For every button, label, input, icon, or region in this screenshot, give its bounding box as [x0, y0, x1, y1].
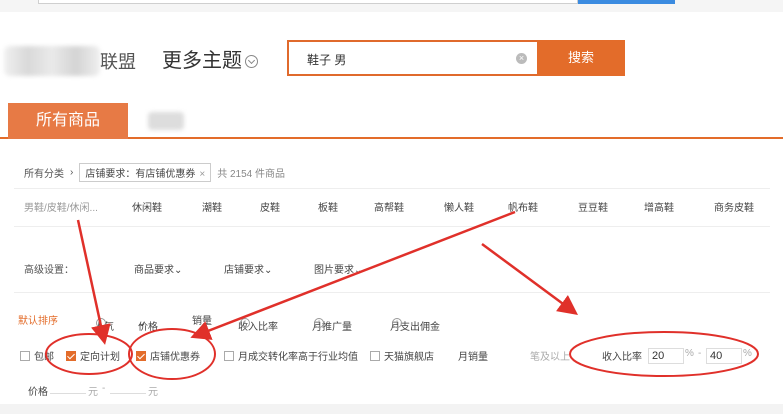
- checkbox-checked[interactable]: [136, 350, 146, 361]
- divider: [14, 188, 770, 189]
- income-ratio-min-input[interactable]: 20: [648, 348, 684, 364]
- search-input[interactable]: 鞋子 男 ×: [287, 40, 537, 76]
- ratio-max-value: 40: [706, 348, 742, 364]
- dropdown-label: 商品要求: [134, 265, 174, 276]
- price-min-input[interactable]: [50, 393, 86, 394]
- breadcrumb: 所有分类 › 店铺要求：有店铺优惠券 × 共 2154 件商品: [24, 163, 285, 182]
- category-item[interactable]: 板鞋: [318, 199, 338, 214]
- product-tabs: 所有商品: [0, 103, 783, 139]
- price-dash: -: [102, 383, 106, 394]
- category-item[interactable]: 男鞋/皮鞋/休闲...: [24, 199, 98, 214]
- dropdown-product-requirements[interactable]: 商品要求⌄: [134, 261, 182, 276]
- price-max-input[interactable]: [110, 393, 146, 394]
- percent-sign: %: [685, 348, 694, 359]
- dropdown-image-requirements[interactable]: 图片要求⌄: [314, 261, 362, 276]
- sort-default[interactable]: 默认排序: [18, 312, 58, 327]
- chevron-down-icon: [245, 55, 258, 68]
- search-query: 鞋子 男: [307, 53, 347, 67]
- monthly-sales-label: 月销量: [458, 352, 488, 363]
- sales-above-label: 笔及以上: [530, 352, 570, 363]
- category-item[interactable]: 潮鞋: [202, 199, 222, 214]
- info-icon: i: [96, 318, 106, 328]
- category-item[interactable]: 休闲鞋: [132, 199, 162, 214]
- filter-bar: 包邮 定向计划 店铺优惠券 月成交转化率高于行业均值 天猫旗舰店 月销量 笔及以…: [14, 344, 774, 366]
- top-address-bar[interactable]: [38, 0, 578, 4]
- filter-shop-coupon[interactable]: 店铺优惠券: [136, 348, 200, 363]
- filter-label: 月成交转化率高于行业均值: [238, 352, 358, 363]
- category-item[interactable]: 皮鞋: [260, 199, 280, 214]
- tab-blurred[interactable]: [148, 112, 184, 130]
- filter-targeted-plan[interactable]: 定向计划: [66, 348, 120, 363]
- dropdown-label: 图片要求: [314, 265, 354, 276]
- top-blue-button[interactable]: [578, 0, 675, 4]
- chevron-down-icon: ⌄: [138, 318, 147, 329]
- ratio-min-value: 20: [648, 348, 684, 364]
- sort-sales[interactable]: 销量: [192, 312, 212, 327]
- tab-all-products[interactable]: 所有商品: [8, 103, 128, 139]
- filter-label: 定向计划: [80, 352, 120, 363]
- clear-icon[interactable]: ×: [516, 53, 527, 64]
- checkbox[interactable]: [370, 350, 380, 361]
- range-dash: -: [698, 348, 702, 359]
- dropdown-shop-requirements[interactable]: 店铺要求⌄: [224, 261, 272, 276]
- filter-tag-label: 店铺要求：有店铺优惠券: [85, 169, 196, 180]
- percent-sign: %: [743, 348, 752, 359]
- category-item[interactable]: 帆布鞋: [508, 199, 538, 214]
- more-themes-menu[interactable]: 更多主题: [162, 44, 258, 73]
- income-ratio-max-input[interactable]: 40: [706, 348, 742, 364]
- blurred-logo: [4, 46, 100, 76]
- category-item[interactable]: 高帮鞋: [374, 199, 404, 214]
- chevron-down-icon: ⌄: [174, 265, 183, 276]
- bottom-strip: [0, 404, 783, 414]
- info-icon: i: [314, 318, 324, 328]
- filter-free-shipping[interactable]: 包邮: [20, 348, 54, 363]
- sort-bar: 默认排序 人气 i 价格 ⌄ 销量 收入比率 i 月推广量 i 月支出佣金 i: [10, 306, 770, 333]
- checkbox[interactable]: [20, 350, 30, 361]
- category-item[interactable]: 豆豆鞋: [578, 199, 608, 214]
- result-count: 共 2154 件商品: [217, 169, 285, 180]
- filter-tag[interactable]: 店铺要求：有店铺优惠券 ×: [79, 163, 212, 182]
- search-button[interactable]: 搜索: [537, 40, 625, 76]
- category-item[interactable]: 懒人鞋: [444, 199, 474, 214]
- price-unit: 元: [88, 387, 98, 398]
- checkbox[interactable]: [224, 350, 234, 361]
- category-item[interactable]: 增高鞋: [644, 199, 674, 214]
- dropdown-label: 店铺要求: [224, 265, 264, 276]
- filter-conversion-rate[interactable]: 月成交转化率高于行业均值: [224, 348, 358, 363]
- price-label: 价格: [28, 387, 48, 398]
- chevron-down-icon: ⌄: [264, 265, 273, 276]
- more-themes-label: 更多主题: [162, 50, 242, 72]
- breadcrumb-chevron-icon: ›: [70, 167, 74, 178]
- divider: [14, 226, 770, 227]
- annotation-arrow: [481, 242, 579, 315]
- price-unit: 元: [148, 387, 158, 398]
- filter-tmall-flagship[interactable]: 天猫旗舰店: [370, 348, 434, 363]
- advanced-settings-label: 高级设置：: [24, 265, 74, 276]
- filter-label: 店铺优惠券: [150, 352, 200, 363]
- info-icon: i: [240, 318, 250, 328]
- breadcrumb-root[interactable]: 所有分类: [24, 165, 64, 180]
- category-item[interactable]: 商务皮鞋: [714, 199, 754, 214]
- divider: [14, 292, 770, 293]
- filter-label: 包邮: [34, 352, 54, 363]
- close-icon[interactable]: ×: [199, 169, 205, 180]
- filter-label: 天猫旗舰店: [384, 352, 434, 363]
- info-icon: i: [392, 318, 402, 328]
- chevron-down-icon: ⌄: [354, 265, 363, 276]
- income-ratio-label: 收入比率: [602, 352, 642, 363]
- top-browser-strip: [0, 0, 783, 12]
- logo-text: 联盟: [100, 52, 136, 72]
- checkbox-checked[interactable]: [66, 350, 76, 361]
